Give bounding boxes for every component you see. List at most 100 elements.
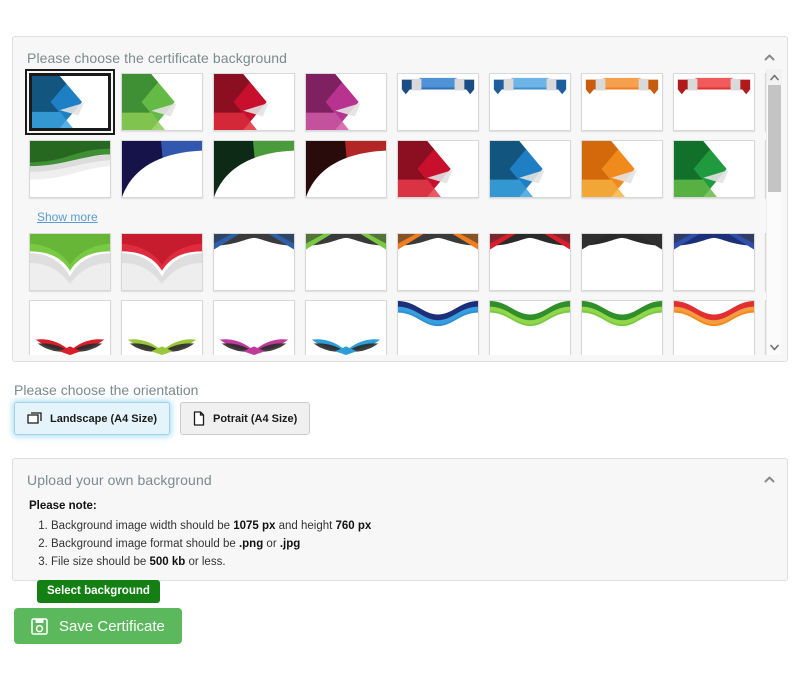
- orientation-option-label: Potrait (A4 Size): [212, 412, 298, 425]
- thumbnail-row: [29, 140, 781, 198]
- background-panel-title: Please choose the certificate background: [27, 50, 288, 66]
- thumbnail-option[interactable]: [397, 233, 479, 291]
- orientation-landscape-button[interactable]: Landscape (A4 Size): [14, 402, 170, 435]
- thumbnail-artwork: [122, 234, 202, 290]
- orientation-option-label: Landscape (A4 Size): [50, 412, 157, 425]
- thumbnail-option[interactable]: [673, 140, 755, 198]
- thumbnail-option[interactable]: [489, 233, 571, 291]
- upload-requirement-item: File size should be 500 kb or less.: [51, 554, 773, 571]
- scroll-up-arrow-icon[interactable]: [767, 69, 782, 85]
- save-certificate-button[interactable]: Save Certificate: [14, 608, 182, 644]
- upload-requirement-item: Background image format should be .png o…: [51, 536, 773, 553]
- thumbnail-artwork: [122, 301, 202, 355]
- scroll-down-arrow-icon[interactable]: [767, 339, 782, 355]
- thumbnail-selected[interactable]: [25, 69, 115, 135]
- show-more-wrapper: Show more: [29, 207, 769, 233]
- scrollbar-thumb[interactable]: [768, 85, 781, 192]
- thumbnail-artwork: [674, 74, 754, 130]
- thumbnail-artwork: [214, 234, 294, 290]
- thumbnail-option[interactable]: [121, 73, 203, 131]
- thumbnail-option[interactable]: [213, 73, 295, 131]
- thumbnail-option[interactable]: [489, 73, 571, 131]
- thumbnail-option[interactable]: [673, 233, 755, 291]
- show-more-link[interactable]: Show more: [37, 210, 98, 224]
- scrollbar-track[interactable]: [767, 85, 782, 339]
- thumbnail-artwork: [398, 74, 478, 130]
- thumbnail-artwork: [674, 141, 754, 197]
- thumbnail-row: [25, 69, 781, 135]
- thumbnail-option[interactable]: [673, 300, 755, 355]
- thumbnail-option[interactable]: [581, 73, 663, 131]
- thumbnail-option[interactable]: [29, 140, 111, 198]
- thumbnail-artwork: [30, 301, 110, 355]
- upload-background-panel: Upload your own background Please note: …: [12, 458, 788, 603]
- thumbnail-scrollbar[interactable]: [766, 69, 782, 355]
- thumbnail-option[interactable]: [489, 140, 571, 198]
- upload-panel-title: Upload your own background: [27, 472, 212, 488]
- thumbnail-row: [29, 300, 781, 355]
- thumbnail-option[interactable]: [121, 233, 203, 291]
- thumbnail-option[interactable]: [213, 233, 295, 291]
- thumbnail-artwork: [30, 234, 110, 290]
- thumbnail-artwork: [306, 74, 386, 130]
- thumbnail-artwork: [214, 74, 294, 130]
- thumbnail-option[interactable]: [581, 140, 663, 198]
- thumbnail-option[interactable]: [305, 300, 387, 355]
- select-background-button[interactable]: Select background: [37, 580, 160, 603]
- portrait-page-icon: [193, 411, 205, 426]
- thumbnail-artwork: [490, 301, 570, 355]
- orientation-options: Landscape (A4 Size) Potrait (A4 Size): [14, 402, 311, 435]
- thumbnail-artwork: [214, 141, 294, 197]
- thumbnail-option[interactable]: [29, 233, 111, 291]
- thumbnail-option[interactable]: [397, 300, 479, 355]
- chevron-up-icon[interactable]: [763, 473, 776, 486]
- thumbnail-option[interactable]: [305, 233, 387, 291]
- thumbnail-option[interactable]: [397, 140, 479, 198]
- thumbnail-option[interactable]: [29, 300, 111, 355]
- orientation-label: Please choose the orientation: [14, 382, 199, 398]
- thumbnail-artwork: [32, 76, 108, 128]
- background-picker-panel: Please choose the certificate background…: [12, 36, 788, 362]
- thumbnail-option[interactable]: [673, 73, 755, 131]
- thumbnail-row: [29, 233, 781, 291]
- thumbnail-option[interactable]: [581, 233, 663, 291]
- upload-panel-heading: Upload your own background: [13, 459, 787, 494]
- chevron-up-icon[interactable]: [763, 51, 776, 64]
- thumbnail-option[interactable]: [213, 300, 295, 355]
- thumbnail-artwork: [582, 234, 662, 290]
- thumbnail-option[interactable]: [397, 73, 479, 131]
- thumbnail-grid: Show more: [21, 69, 781, 355]
- thumbnail-artwork: [398, 234, 478, 290]
- thumbnail-artwork: [398, 301, 478, 355]
- orientation-portrait-button[interactable]: Potrait (A4 Size): [179, 402, 311, 435]
- thumbnail-artwork: [674, 301, 754, 355]
- thumbnail-artwork: [122, 74, 202, 130]
- thumbnail-artwork: [582, 141, 662, 197]
- upload-panel-body: Please note: Background image width shou…: [13, 494, 787, 613]
- certificate-background-page: Please choose the certificate background…: [0, 0, 800, 700]
- thumbnail-artwork: [30, 141, 110, 197]
- thumbnail-artwork: [306, 141, 386, 197]
- thumbnail-artwork: [582, 74, 662, 130]
- thumbnail-artwork: [582, 301, 662, 355]
- save-certificate-label: Save Certificate: [59, 617, 165, 635]
- thumbnail-artwork: [306, 234, 386, 290]
- thumbnail-artwork: [398, 141, 478, 197]
- thumbnail-artwork: [490, 234, 570, 290]
- thumbnail-scroll-area[interactable]: Show more: [21, 69, 781, 355]
- landscape-page-icon: [27, 412, 42, 425]
- thumbnail-option[interactable]: [213, 140, 295, 198]
- thumbnail-option[interactable]: [121, 300, 203, 355]
- upload-requirements-list: Background image width should be 1075 px…: [29, 518, 773, 571]
- thumbnail-option[interactable]: [121, 140, 203, 198]
- thumbnail-option[interactable]: [305, 73, 387, 131]
- thumbnail-artwork: [490, 74, 570, 130]
- thumbnail-option[interactable]: [489, 300, 571, 355]
- thumbnail-artwork: [214, 301, 294, 355]
- thumbnail-option[interactable]: [581, 300, 663, 355]
- upload-requirement-item: Background image width should be 1075 px…: [51, 518, 773, 535]
- thumbnail-artwork: [306, 301, 386, 355]
- thumbnail-option[interactable]: [305, 140, 387, 198]
- thumbnail-artwork: [490, 141, 570, 197]
- save-floppy-icon: [31, 617, 48, 635]
